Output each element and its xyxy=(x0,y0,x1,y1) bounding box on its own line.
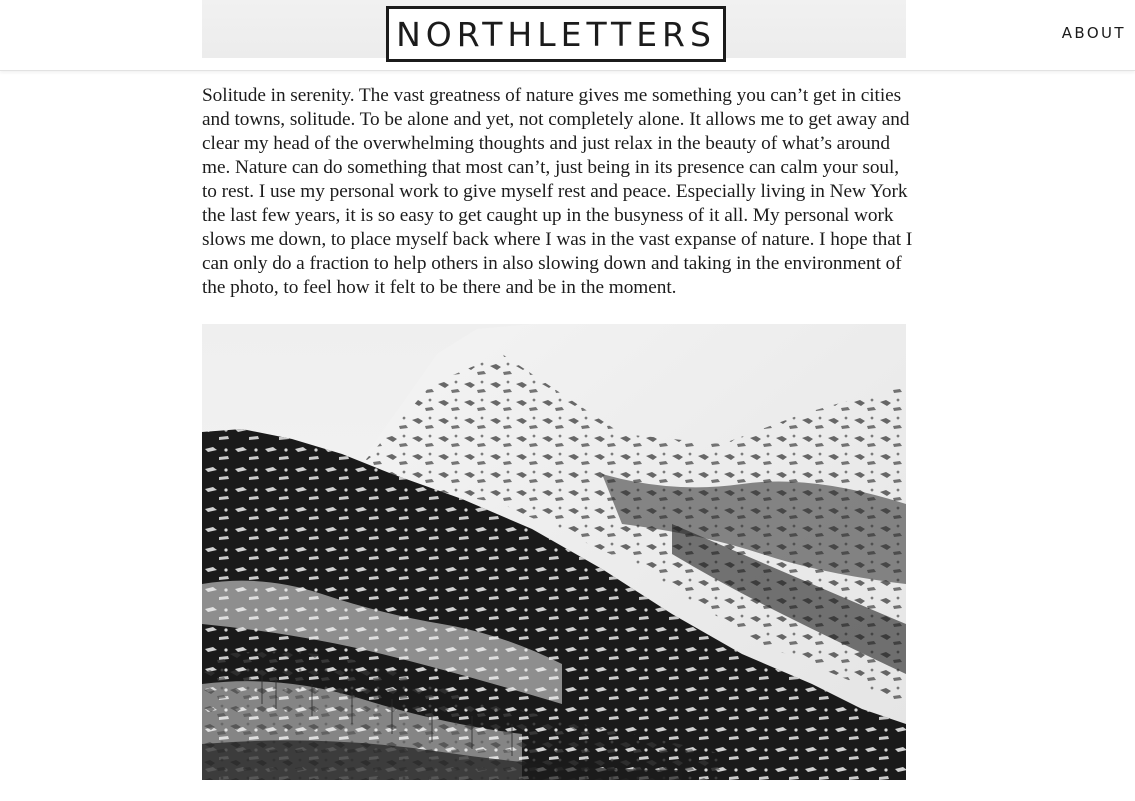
mountain-photo xyxy=(202,324,906,780)
article-paragraph: Solitude in serenity. The vast greatness… xyxy=(202,85,913,298)
article-body: Solitude in serenity. The vast greatness… xyxy=(202,84,914,300)
site-logo-link[interactable]: NORTHLETTERS xyxy=(386,6,726,62)
site-header: NORTHLETTERS ABOUT xyxy=(0,0,1135,71)
page: NORTHLETTERS ABOUT Solitude in serenity.… xyxy=(0,0,1135,801)
nav-about-link[interactable]: ABOUT xyxy=(1062,24,1126,42)
site-logo-text: NORTHLETTERS xyxy=(396,14,716,54)
mountain-photo-svg xyxy=(202,324,906,780)
